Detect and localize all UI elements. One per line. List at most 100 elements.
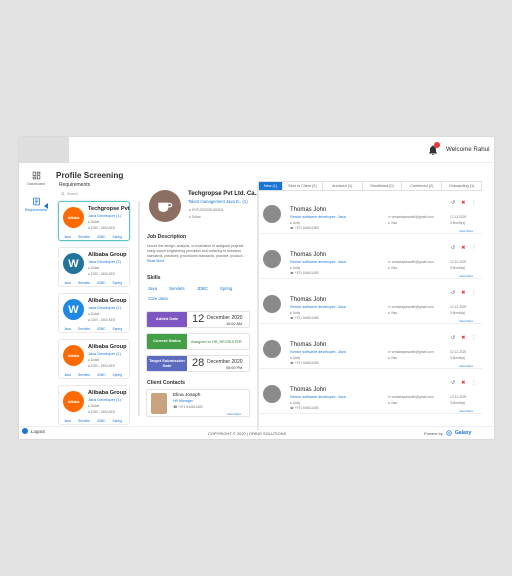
job-description-title: Job Description [147,234,187,240]
view-more-link[interactable]: View More [459,364,473,368]
remove-icon[interactable]: ✖ [461,380,465,386]
dashboard-icon [32,171,40,180]
candidate-avatar [263,340,281,358]
target-date-time: 05:00 PM [226,366,243,370]
requirement-skills: Java Servlets JDBC Spring [64,373,123,377]
tab-onboarding[interactable]: Onboarding (1) [442,182,481,190]
candidate-actions: ↺ ✖ ⋮ [451,245,476,251]
current-status-value: Assigned to HR_RECRUITER [191,340,242,344]
app-logo [19,137,69,163]
candidate-visa: ● Visa [388,266,397,270]
candidate-location: ● Unity [290,221,301,225]
candidate-visa: ● Visa [388,356,397,360]
requirement-role: Java Developer (1) [88,305,121,310]
candidate-actions: ↺ ✖ ⋮ [451,200,476,206]
more-icon[interactable]: ⋮ [471,245,476,251]
candidate-date: 12-12-2020 [450,260,467,264]
candidate-status-tabs: New (1) Sent to Client (2) Archived (1) … [258,181,482,191]
candidate-role: Senior software developer- Java [290,214,346,219]
candidate-role: Senior software developer- Java [290,304,346,309]
app-window: Welcome Rahul Dashboard Requirements Pro… [19,137,494,439]
candidate-experience: 3 Month(s) [450,221,466,225]
current-status-label: Current Status [147,334,187,349]
remove-icon[interactable]: ✖ [461,335,465,341]
company-name: Techgropse Pvt... [88,206,130,212]
candidate-row[interactable]: Thomas John Senior software developer- J… [258,372,482,414]
company-name: Alibaba Group [88,390,127,396]
requirement-card[interactable]: Alibaba Alibaba Group Java Developer (1)… [58,339,130,379]
target-date-box: Target Submission Date 28 December 2020 … [146,355,250,372]
candidate-date: 12-12-2020 [450,350,467,354]
sidebar-item-dashboard[interactable]: Dashboard [19,171,53,186]
search-input[interactable]: Search [61,192,78,196]
history-icon[interactable]: ↺ [451,335,455,341]
read-more-link[interactable]: Read More [147,259,164,263]
more-icon[interactable]: ⋮ [471,380,476,386]
remove-icon[interactable]: ✖ [461,245,465,251]
history-icon[interactable]: ↺ [451,200,455,206]
tab-shortlisted[interactable]: Shortlisted (0) [363,182,403,190]
requirement-detail-panel: Techgropse Pvt Ltd. Ca... Talent managem… [143,185,260,435]
candidate-email: ✉ venkataprasanthi@gmail.com [388,215,434,219]
company-name: Alibaba Group [88,344,127,350]
requirement-card[interactable]: W Alibaba Group Java Developer (1) ● Dub… [58,293,130,333]
candidate-avatar [263,205,281,223]
requirement-location: ● Dubai [88,358,100,362]
candidate-email: ✉ venkataprasanthi@gmail.com [388,395,434,399]
requirement-skills: Java Servlets JDBC Spring [64,281,123,285]
candidate-row[interactable]: Thomas John Senior software developer- J… [258,237,482,279]
skill-tags: Java Servlets JDBC Spring Core Java [147,286,251,301]
company-logo [149,190,181,222]
requirement-card[interactable]: W Alibaba Group Java Developer (1) ● Dub… [58,247,130,287]
candidate-avatar [263,250,281,268]
requirement-location: ● Dubai [88,266,100,270]
history-icon[interactable]: ↺ [451,245,455,251]
requirement-skills: Java Servlets JDBC Spring [64,235,123,239]
requirement-salary: ● 1000 - 1500 AED [88,226,116,230]
skills-title: Skills [147,275,161,281]
view-more-link[interactable]: View More [459,274,473,278]
candidate-row[interactable]: Thomas John Senior software developer- J… [258,282,482,324]
remove-icon[interactable]: ✖ [461,200,465,206]
more-icon[interactable]: ⋮ [471,290,476,296]
candidate-name: Thomas John [290,342,327,348]
footer: COPYRIGHT © 2020 | ORBIO SOLUTIONS Power… [19,426,494,439]
galaxy-brand: Galaxy [454,430,472,436]
candidates-panel: New (1) Sent to Client (2) Archived (1) … [258,181,494,431]
candidate-row[interactable]: Thomas John Senior software developer- J… [258,327,482,369]
contact-view-more-link[interactable]: View More [227,412,241,416]
view-more-link[interactable]: View More [459,319,473,323]
candidate-row[interactable]: Thomas John Senior software developer- J… [258,192,482,234]
tab-archived[interactable]: Archived (1) [323,182,363,190]
tab-new[interactable]: New (1) [259,182,283,190]
more-icon[interactable]: ⋮ [471,335,476,341]
company-name: Techgropse Pvt Ltd. Ca... [188,191,260,197]
target-date-label: Target Submission Date [147,356,187,371]
requirements-list: Alibaba Techgropse Pvt... Java Developer… [58,201,132,431]
history-icon[interactable]: ↺ [451,290,455,296]
more-icon[interactable]: ⋮ [471,200,476,206]
requirements-scrollbar[interactable] [138,201,140,416]
search-placeholder: Search [67,192,79,196]
candidate-experience: 3 Month(s) [450,266,466,270]
view-more-link[interactable]: View More [459,409,473,413]
candidate-actions: ↺ ✖ ⋮ [451,335,476,341]
skill-tag: JDBC [196,286,208,291]
history-icon[interactable]: ↺ [451,380,455,386]
client-contacts-title: Client Contacts [147,380,186,386]
contact-name: Elina Joseph [173,393,201,398]
tab-sent-to-client[interactable]: Sent to Client (2) [283,182,323,190]
remove-icon[interactable]: ✖ [461,290,465,296]
requirement-salary: ● 1000 - 1500 AED [88,410,116,414]
powered-by-label: Powere by [424,430,443,436]
candidate-role: Senior software developer- Java [290,349,346,354]
requirement-card[interactable]: Alibaba Alibaba Group Java Developer (1)… [58,385,130,425]
view-more-link[interactable]: View More [459,229,473,233]
company-logo: Alibaba [63,391,84,412]
requirement-location: ● Dubai [88,220,100,224]
requirement-card[interactable]: Alibaba Techgropse Pvt... Java Developer… [58,201,130,241]
contact-photo [151,393,167,414]
added-date-month: December 2020 [207,315,243,321]
tab-confirmed[interactable]: Confirmed (2) [402,182,443,190]
target-date-month: December 2020 [207,359,243,365]
